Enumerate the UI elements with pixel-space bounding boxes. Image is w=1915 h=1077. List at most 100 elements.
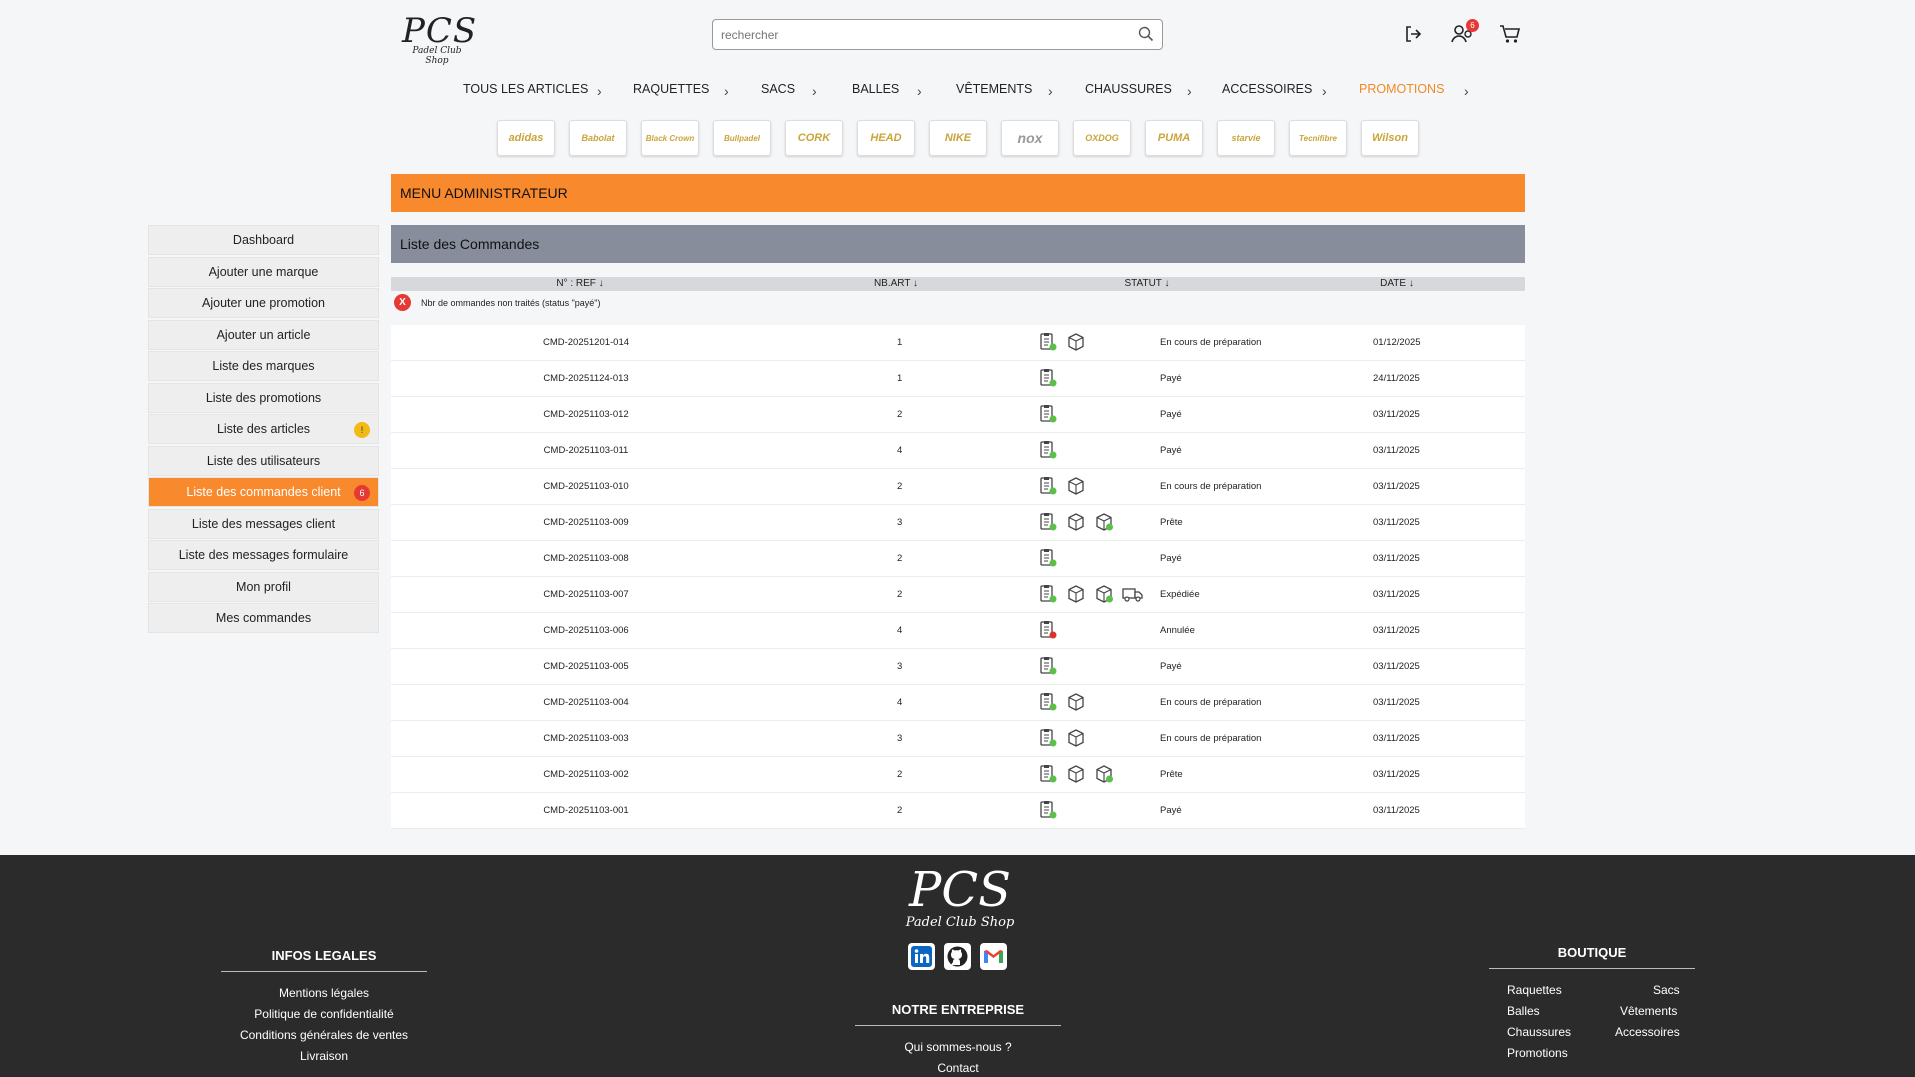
sidebar-item-my-profile[interactable]: Mon profil [148, 571, 379, 602]
github-icon[interactable] [944, 943, 971, 970]
footer-link-about[interactable]: Qui sommes-nous ? [904, 1040, 1011, 1054]
search-box[interactable] [712, 19, 1163, 50]
table-row[interactable]: CMD-20251103-010 2 En cours de préparation… [391, 469, 1525, 505]
order-ref[interactable]: CMD-20251103-011 [544, 445, 629, 456]
column-header-ref[interactable]: N° : REF ↓ [556, 278, 603, 289]
brand-cork-logo[interactable]: CORK [785, 120, 843, 156]
brand-bullpadel-logo[interactable]: Bullpadel [713, 120, 771, 156]
sidebar-item-promotions-list[interactable]: Liste des promotions [148, 382, 379, 413]
nav-rackets[interactable]: RAQUETTES [633, 82, 709, 96]
sidebar-item-add-article[interactable]: Ajouter un article [148, 319, 379, 350]
column-header-status[interactable]: STATUT ↓ [1125, 278, 1170, 289]
order-ref[interactable]: CMD-20251103-007 [543, 589, 628, 600]
brand-wilson-logo[interactable]: Wilson [1361, 120, 1419, 156]
paid-order-icon[interactable] [1038, 548, 1058, 568]
footer-link-shoes[interactable]: Chaussures [1507, 1025, 1571, 1039]
footer-link-clothing[interactable]: Vêtements [1620, 1004, 1677, 1018]
package-icon[interactable] [1066, 764, 1086, 784]
paid-order-icon[interactable] [1038, 728, 1058, 748]
paid-order-icon[interactable] [1038, 368, 1058, 388]
package-ready-icon[interactable] [1094, 764, 1114, 784]
package-icon[interactable] [1066, 728, 1086, 748]
order-ref[interactable]: CMD-20251103-005 [543, 661, 628, 672]
footer-link-terms[interactable]: Conditions générales de ventes [240, 1028, 408, 1042]
order-ref[interactable]: CMD-20251103-002 [543, 769, 628, 780]
column-header-nb-articles[interactable]: NB.ART ↓ [874, 278, 918, 289]
paid-order-icon[interactable] [1038, 332, 1058, 352]
nav-balls[interactable]: BALLES [852, 82, 899, 96]
brand-starvie-logo[interactable]: starvie [1217, 120, 1275, 156]
table-row[interactable]: CMD-20251124-013 1 Payé 24/11/2025 [391, 361, 1525, 397]
nav-shoes[interactable]: CHAUSSURES [1085, 82, 1172, 96]
brand-blackcrown-logo[interactable]: Black Crown [641, 120, 699, 156]
paid-order-icon[interactable] [1038, 800, 1058, 820]
table-row[interactable]: CMD-20251103-008 2 Payé 03/11/2025 [391, 541, 1525, 577]
order-ref[interactable]: CMD-20251201-014 [543, 337, 629, 348]
order-ref[interactable]: CMD-20251103-003 [543, 733, 628, 744]
paid-order-icon[interactable] [1038, 512, 1058, 532]
package-icon[interactable] [1066, 332, 1086, 352]
sidebar-item-brands-list[interactable]: Liste des marques [148, 351, 379, 381]
sidebar-item-customer-messages[interactable]: Liste des messages client [148, 508, 379, 539]
table-row[interactable]: CMD-20251103-007 2 Expédiée 03/11/2025 [391, 577, 1525, 613]
paid-order-icon[interactable] [1038, 440, 1058, 460]
order-ref[interactable]: CMD-20251103-009 [543, 517, 628, 528]
table-row[interactable]: CMD-20251103-011 4 Payé 03/11/2025 [391, 433, 1525, 469]
table-row[interactable]: CMD-20251103-005 3 Payé 03/11/2025 [391, 649, 1525, 685]
sidebar-item-add-brand[interactable]: Ajouter une marque [148, 256, 379, 287]
table-row[interactable]: CMD-20251103-003 3 En cours de préparation… [391, 721, 1525, 757]
paid-order-icon[interactable] [1038, 764, 1058, 784]
nav-clothing[interactable]: VÊTEMENTS [956, 82, 1032, 96]
order-ref[interactable]: CMD-20251103-012 [543, 409, 628, 420]
order-ref[interactable]: CMD-20251124-013 [543, 373, 628, 384]
footer-link-accessories[interactable]: Accessoires [1615, 1025, 1680, 1039]
order-ref[interactable]: CMD-20251103-010 [543, 481, 628, 492]
cancelled-order-icon[interactable] [1038, 620, 1058, 640]
paid-order-icon[interactable] [1038, 476, 1058, 496]
delivery-truck-icon[interactable] [1122, 584, 1143, 604]
sidebar-item-customer-orders[interactable]: Liste des commandes client 6 [148, 477, 379, 507]
paid-order-icon[interactable] [1038, 692, 1058, 712]
order-ref[interactable]: CMD-20251103-008 [543, 553, 628, 564]
package-icon[interactable] [1066, 476, 1086, 496]
cart-icon[interactable] [1499, 24, 1521, 49]
nav-promotions[interactable]: PROMOTIONS [1359, 82, 1444, 96]
sidebar-item-form-messages[interactable]: Liste des messages formulaire [148, 540, 379, 570]
package-ready-icon[interactable] [1094, 512, 1114, 532]
sidebar-item-dashboard[interactable]: Dashboard [148, 225, 379, 255]
table-row[interactable]: CMD-20251103-009 3 Prête 03/11/2025 [391, 505, 1525, 541]
package-ready-icon[interactable] [1094, 584, 1114, 604]
table-row[interactable]: CMD-20251103-001 2 Payé 03/11/2025 [391, 793, 1525, 829]
footer-link-delivery[interactable]: Livraison [300, 1049, 348, 1063]
search-input[interactable] [721, 28, 1121, 42]
site-logo[interactable]: PCS Padel Club Shop [402, 14, 476, 66]
nav-accessories[interactable]: ACCESSOIRES [1222, 82, 1312, 96]
table-row[interactable]: CMD-20251201-014 1 En cours de préparation… [391, 325, 1525, 361]
logout-icon[interactable] [1403, 24, 1423, 49]
footer-link-balls[interactable]: Balles [1507, 1004, 1540, 1018]
search-icon[interactable] [1138, 26, 1154, 47]
footer-link-legal-notice[interactable]: Mentions légales [279, 986, 369, 1000]
sidebar-item-add-promotion[interactable]: Ajouter une promotion [148, 288, 379, 318]
paid-order-icon[interactable] [1038, 404, 1058, 424]
brand-adidas-logo[interactable]: adidas [497, 120, 555, 156]
brand-head-logo[interactable]: HEAD [857, 120, 915, 156]
table-row[interactable]: CMD-20251103-006 4 Annulée 03/11/2025 [391, 613, 1525, 649]
brand-puma-logo[interactable]: PUMA [1145, 120, 1203, 156]
brand-oxdog-logo[interactable]: OXDOG [1073, 120, 1131, 156]
sidebar-item-articles-list[interactable]: Liste des articles! [148, 414, 379, 444]
nav-all-articles[interactable]: TOUS LES ARTICLES [463, 82, 588, 96]
table-row[interactable]: CMD-20251103-002 2 Prête 03/11/2025 [391, 757, 1525, 793]
package-icon[interactable] [1066, 584, 1086, 604]
footer-link-promotions[interactable]: Promotions [1507, 1046, 1568, 1060]
order-ref[interactable]: CMD-20251103-001 [543, 805, 628, 816]
brand-nox-logo[interactable]: nox [1001, 120, 1059, 156]
package-icon[interactable] [1066, 692, 1086, 712]
nav-bags[interactable]: SACS [761, 82, 795, 96]
package-icon[interactable] [1066, 512, 1086, 532]
footer-link-contact[interactable]: Contact [937, 1061, 978, 1075]
order-ref[interactable]: CMD-20251103-006 [543, 625, 628, 636]
footer-link-rackets[interactable]: Raquettes [1507, 983, 1562, 997]
linkedin-icon[interactable] [908, 943, 935, 970]
paid-order-icon[interactable] [1038, 584, 1058, 604]
